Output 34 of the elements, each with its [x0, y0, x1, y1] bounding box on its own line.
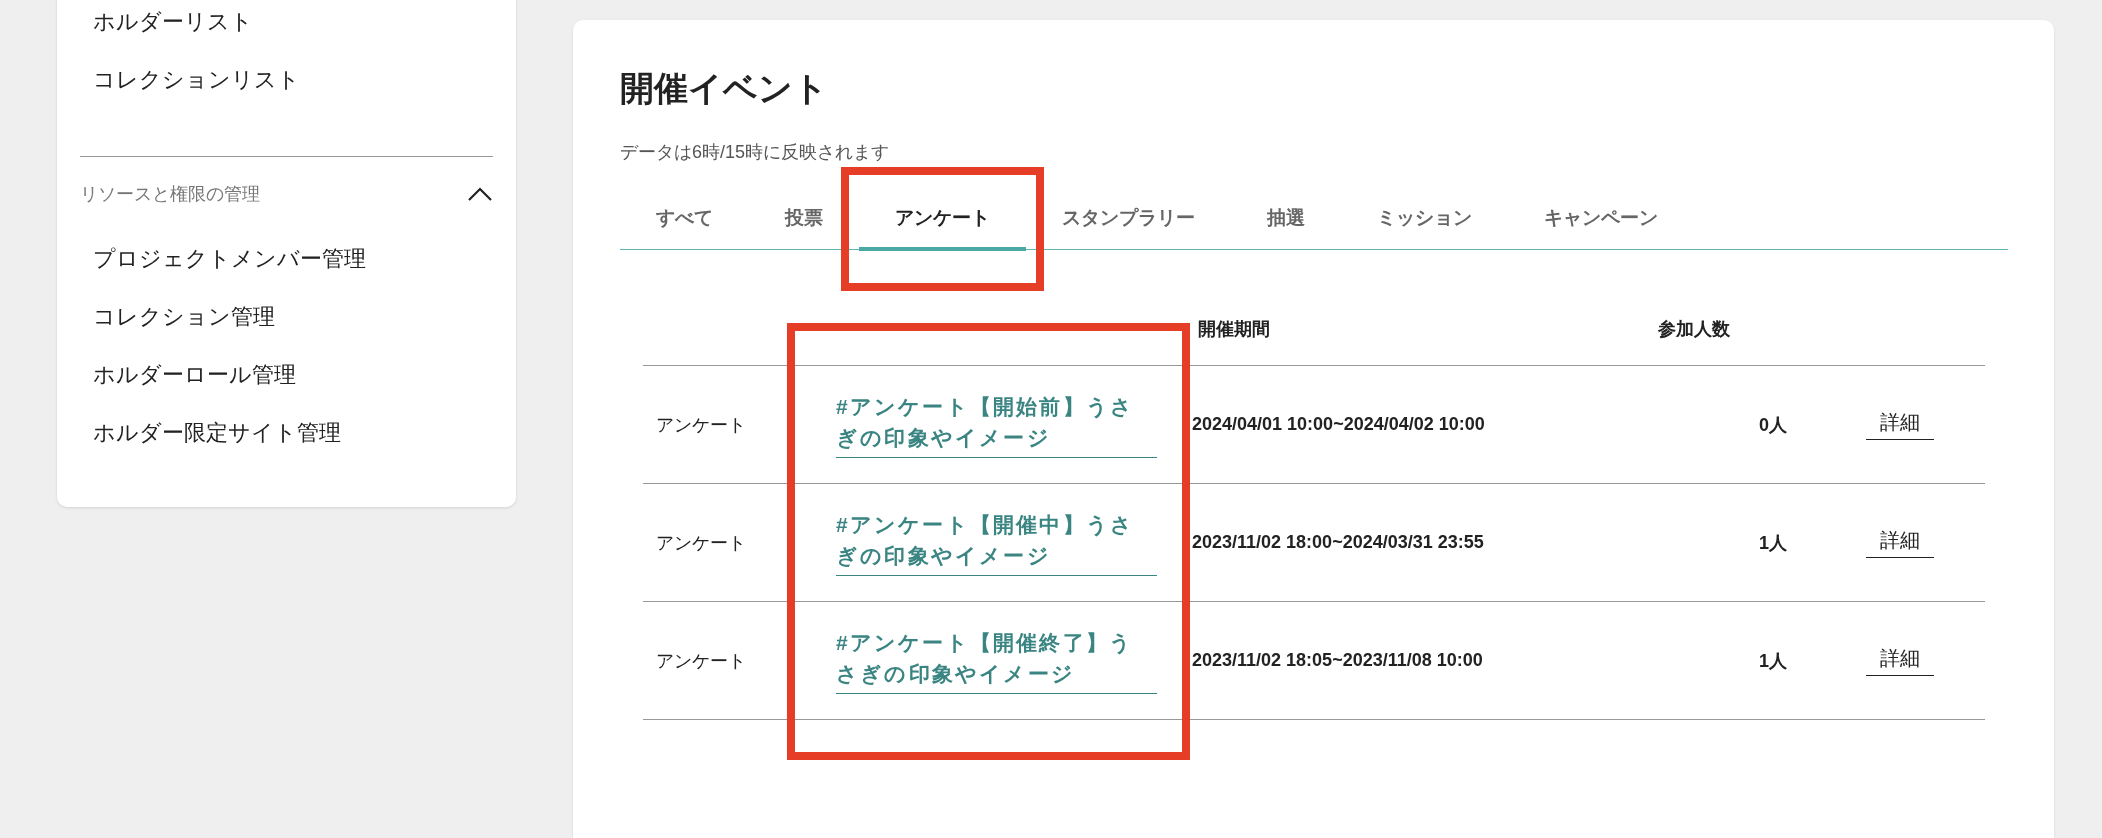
chevron-up-icon[interactable] — [467, 186, 493, 202]
page-title: 開催イベント — [620, 68, 828, 109]
event-period: 2023/11/02 18:05~2023/11/08 10:00 — [1192, 650, 1483, 671]
event-title-link[interactable]: #アンケート【開催終了】うさぎの印象やイメージ — [836, 627, 1157, 694]
column-header: 参加人数 — [1658, 318, 1730, 341]
sidebar-link[interactable]: コレクション管理 — [57, 288, 275, 346]
tab[interactable]: 抽選 — [1231, 189, 1341, 251]
participant-count: 1人 — [1759, 649, 1787, 673]
update-note: データは6時/15時に反映されます — [620, 141, 890, 164]
event-title-link[interactable]: #アンケート【開始前】うさぎの印象やイメージ — [836, 391, 1157, 458]
tab[interactable]: ミッション — [1341, 189, 1508, 251]
event-type: アンケート — [656, 531, 746, 555]
tab[interactable]: すべて — [620, 189, 749, 251]
details-link[interactable]: 詳細 — [1866, 645, 1934, 676]
event-type: アンケート — [656, 649, 746, 673]
sidebar-link[interactable]: コレクションリスト — [57, 51, 300, 109]
event-period: 2023/11/02 18:00~2024/03/31 23:55 — [1192, 532, 1484, 553]
event-title-link[interactable]: #アンケート【開催中】うさぎの印象やイメージ — [836, 509, 1157, 576]
column-header: 開催期間 — [1198, 318, 1270, 341]
tab[interactable]: 投票 — [749, 189, 859, 251]
details-link[interactable]: 詳細 — [1866, 527, 1934, 558]
event-period: 2024/04/01 10:00~2024/04/02 10:00 — [1192, 414, 1485, 435]
event-type: アンケート — [656, 413, 746, 437]
participant-count: 1人 — [1759, 531, 1787, 555]
sidebar-link[interactable]: ホルダー限定サイト管理 — [57, 404, 341, 462]
sidebar-link[interactable]: プロジェクトメンバー管理 — [57, 230, 366, 288]
tab[interactable]: キャンペーン — [1508, 189, 1694, 251]
sidebar-link[interactable]: ホルダーロール管理 — [57, 346, 296, 404]
details-link[interactable]: 詳細 — [1866, 409, 1934, 440]
participant-count: 0人 — [1759, 413, 1787, 437]
sidebar-link[interactable]: ホルダーリスト — [57, 0, 253, 51]
tab[interactable]: スタンプラリー — [1026, 189, 1231, 251]
tab[interactable]: アンケート — [859, 189, 1026, 251]
section-heading: リソースと権限の管理 — [80, 183, 260, 206]
